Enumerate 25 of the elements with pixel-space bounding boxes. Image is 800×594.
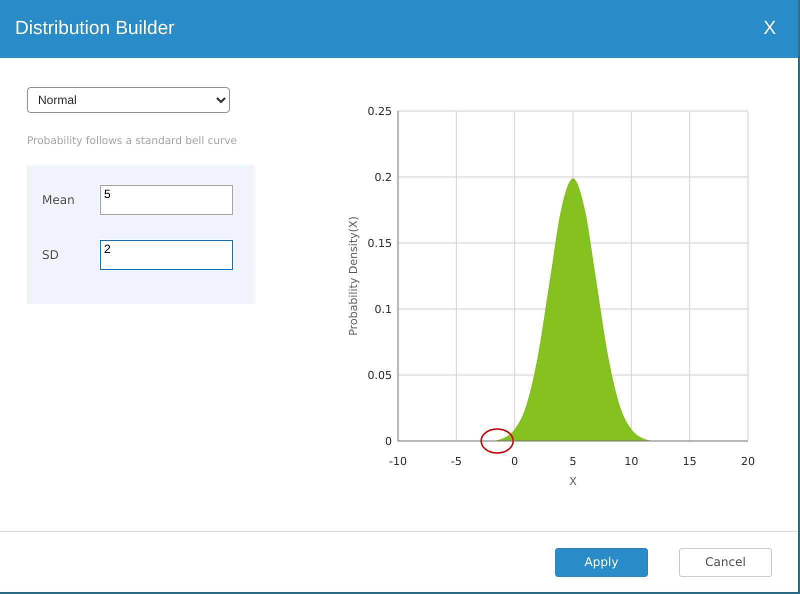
- y-tick-label: 0: [385, 435, 392, 448]
- x-tick-label: 15: [682, 455, 697, 468]
- y-tick-label: 0.25: [368, 105, 392, 118]
- x-axis-title: X: [569, 475, 577, 488]
- field-label: Mean: [41, 193, 76, 207]
- y-tick-label: 0.2: [374, 171, 392, 184]
- y-tick-label: 0.1: [374, 303, 392, 316]
- apply-button[interactable]: Apply: [555, 548, 648, 576]
- cancel-button[interactable]: Cancel: [679, 548, 772, 576]
- distribution-dropdown[interactable]: Normal: [27, 87, 230, 113]
- x-tick-label: 5: [570, 455, 576, 468]
- x-tick-label: -10: [389, 455, 407, 468]
- description-text: Probability follows a standard bell curve: [27, 135, 238, 147]
- input-field[interactable]: 2: [100, 240, 233, 270]
- input-field[interactable]: 5: [100, 185, 233, 215]
- y-tick-label: 0.15: [368, 237, 392, 250]
- x-tick-label: -5: [450, 455, 462, 468]
- close-button[interactable]: X: [763, 18, 776, 40]
- x-tick-label: 0: [511, 455, 518, 468]
- window-title: Distribution Builder: [15, 18, 174, 40]
- x-tick-label: 20: [741, 455, 755, 468]
- y-axis-title: Probability Density(X): [347, 216, 360, 336]
- x-tick-label: 10: [624, 455, 638, 468]
- y-tick-label: 0.05: [368, 369, 392, 382]
- field-label: SD: [41, 248, 60, 262]
